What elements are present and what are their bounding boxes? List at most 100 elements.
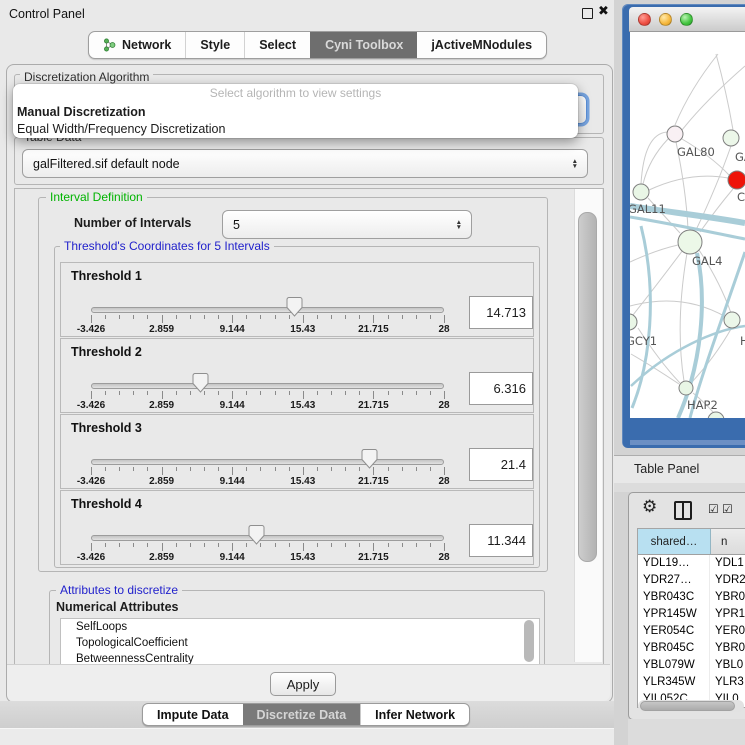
tab-network[interactable]: Network [89, 32, 185, 58]
slider-tick [133, 467, 134, 471]
slider-tick-label: 9.144 [220, 552, 245, 563]
cell-name[interactable]: YLR3 [710, 674, 745, 691]
table-data-combo[interactable]: galFiltered.sif default node ▲▼ [22, 149, 588, 178]
network-node[interactable] [723, 130, 739, 146]
cell-shared-name[interactable]: YLR345W [638, 674, 710, 691]
slider-tick [345, 315, 346, 319]
slider-tick [331, 467, 332, 471]
cell-shared-name[interactable]: YER054C [638, 623, 710, 640]
attributes-group-label: Attributes to discretize [56, 583, 182, 597]
cell-name[interactable]: YBL0 [710, 657, 745, 674]
cell-name[interactable]: YDR2 [710, 572, 745, 589]
checkbox-icon[interactable]: ☑ [722, 502, 733, 516]
table-row[interactable]: YER054CYER0 [638, 623, 745, 640]
node-label: GA [735, 150, 745, 164]
network-node[interactable] [728, 171, 745, 189]
column-header-name[interactable]: n [711, 529, 745, 554]
threshold-2-slider[interactable]: -3.4262.8599.14415.4321.71528 [91, 373, 444, 411]
threshold-3-value-field[interactable]: 21.4 [469, 448, 533, 481]
window-zoom-icon[interactable] [680, 13, 693, 26]
cell-shared-name[interactable]: YBR045C [638, 640, 710, 657]
network-edge [716, 54, 733, 130]
threshold-2-value-field[interactable]: 6.316 [469, 372, 533, 405]
table-row[interactable]: YBR043CYBR0 [638, 589, 745, 606]
table-row[interactable]: YBR045CYBR0 [638, 640, 745, 657]
slider-handle[interactable] [286, 297, 303, 317]
network-node[interactable] [724, 312, 740, 328]
window-close-icon[interactable] [638, 13, 651, 26]
slider-tick-label: 2.859 [149, 324, 174, 335]
cell-name[interactable]: YPR1 [710, 606, 745, 623]
dropdown-option-equal-width-frequency[interactable]: Equal Width/Frequency Discretization [16, 120, 575, 137]
dropdown-option-manual-discretization[interactable]: Manual Discretization [16, 103, 575, 120]
checkbox-icon[interactable]: ☑ [708, 502, 719, 516]
cell-shared-name[interactable]: YPR145W [638, 606, 710, 623]
slider-track[interactable] [91, 383, 444, 389]
threshold-3-slider[interactable]: -3.4262.8599.14415.4321.71528 [91, 449, 444, 487]
tab-select[interactable]: Select [244, 32, 310, 58]
cell-shared-name[interactable]: YDR27… [638, 572, 710, 589]
split-view-icon[interactable] [674, 501, 692, 520]
attributes-list-scrollbar[interactable] [524, 620, 534, 662]
slider-handle[interactable] [248, 525, 265, 545]
slider-tick [176, 467, 177, 471]
slider-track[interactable] [91, 459, 444, 465]
tab-style[interactable]: Style [185, 32, 244, 58]
table-hscrollbar-thumb[interactable] [640, 701, 735, 711]
table-hscrollbar-track[interactable] [638, 700, 744, 712]
apply-button[interactable]: Apply [270, 672, 336, 696]
gear-icon[interactable]: ⚙ [642, 497, 657, 517]
network-node[interactable] [667, 126, 683, 142]
tab-discretize-data[interactable]: Discretize Data [243, 704, 361, 725]
slider-track[interactable] [91, 535, 444, 541]
settings-scrollbar-thumb[interactable] [578, 212, 597, 562]
network-window-titlebar[interactable] [629, 7, 745, 32]
numerical-attributes-list[interactable]: SelfLoopsTopologicalCoefficientBetweenne… [60, 618, 540, 666]
tab-jactivemnodules[interactable]: jActiveMNodules [417, 32, 546, 58]
threshold-1-value-field[interactable]: 14.713 [469, 296, 533, 329]
network-node[interactable] [708, 412, 724, 418]
network-canvas[interactable]: GAL80GACGAL11GAL4GCY1HHAP2 [630, 32, 745, 418]
cell-name[interactable]: YBR0 [710, 640, 745, 657]
node-label: GAL80 [677, 145, 715, 159]
slider-tick [147, 315, 148, 319]
table-row[interactable]: YLR345WYLR3 [638, 674, 745, 691]
slider-handle[interactable] [192, 373, 209, 393]
tab-cyni-toolbox[interactable]: Cyni Toolbox [310, 32, 417, 58]
cell-shared-name[interactable]: YBR043C [638, 589, 710, 606]
cell-shared-name[interactable]: YDL19… [638, 555, 710, 572]
network-edge [643, 139, 668, 184]
network-node[interactable] [633, 184, 649, 200]
attribute-list-item[interactable]: SelfLoops [61, 619, 539, 635]
slider-track[interactable] [91, 307, 444, 313]
slider-tick [190, 391, 191, 395]
threshold-4-value-field[interactable]: 11.344 [469, 524, 533, 557]
close-icon[interactable]: ✖ [598, 4, 609, 19]
threshold-4-slider[interactable]: -3.4262.8599.14415.4321.71528 [91, 525, 444, 563]
attribute-list-item[interactable]: TopologicalCoefficient [61, 635, 539, 651]
network-node[interactable] [679, 381, 693, 395]
slider-tick [190, 543, 191, 547]
top-tab-bar: Network Style Select Cyni Toolbox jActiv… [88, 31, 547, 59]
slider-tick-label: 9.144 [220, 476, 245, 487]
network-edge [649, 176, 728, 190]
window-minimize-icon[interactable] [659, 13, 672, 26]
float-window-icon[interactable] [582, 8, 593, 19]
table-row[interactable]: YBL079WYBL0 [638, 657, 745, 674]
cell-name[interactable]: YBR0 [710, 589, 745, 606]
table-row[interactable]: YPR145WYPR1 [638, 606, 745, 623]
tab-infer-network[interactable]: Infer Network [360, 704, 469, 725]
slider-handle[interactable] [361, 449, 378, 469]
table-row[interactable]: YDR27…YDR2 [638, 572, 745, 589]
table-row[interactable]: YDL19…YDL1 [638, 555, 745, 572]
slider-tick [119, 543, 120, 547]
cell-name[interactable]: YDL1 [710, 555, 745, 572]
tab-impute-data[interactable]: Impute Data [143, 704, 243, 725]
network-node[interactable] [630, 314, 637, 330]
column-header-shared-name[interactable]: shared… [638, 529, 711, 554]
number-of-intervals-combo[interactable]: 5 ▲▼ [222, 210, 472, 239]
threshold-1-slider[interactable]: -3.4262.8599.14415.4321.71528 [91, 297, 444, 335]
network-node[interactable] [678, 230, 702, 254]
cell-shared-name[interactable]: YBL079W [638, 657, 710, 674]
cell-name[interactable]: YER0 [710, 623, 745, 640]
